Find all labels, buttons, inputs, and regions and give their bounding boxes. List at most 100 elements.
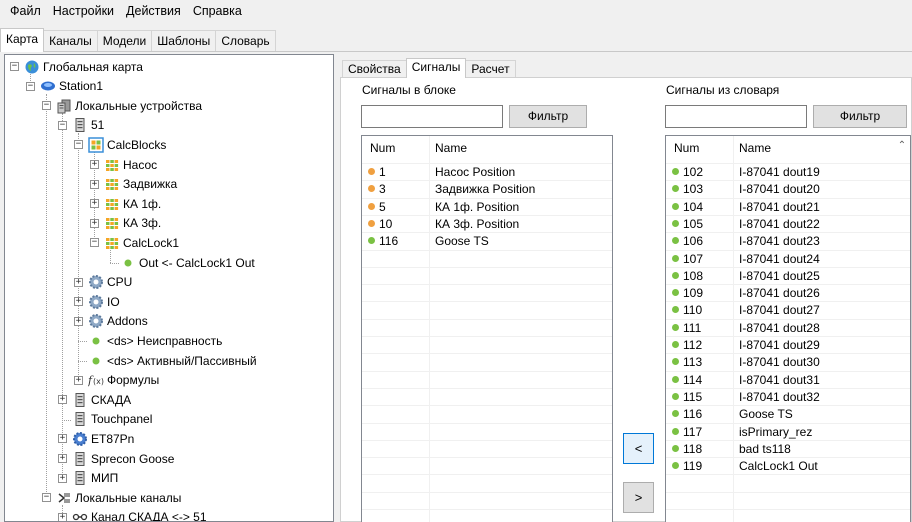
list-item[interactable]: 107 I-87041 dout24 (666, 251, 910, 268)
menu-help[interactable]: Справка (187, 0, 248, 22)
tree-node[interactable]: Глобальная карта (24, 57, 143, 76)
signal-name: I-87041 dout24 (739, 251, 820, 266)
menu-actions[interactable]: Действия (120, 0, 187, 22)
list-item[interactable]: 109 I-87041 dout26 (666, 285, 910, 302)
tree-node[interactable]: 51 (72, 116, 104, 135)
tree-expander-icon[interactable]: + (90, 218, 99, 228)
tree-node[interactable]: МИП (72, 469, 118, 488)
tree-node[interactable]: ET87Pn (72, 429, 134, 448)
list-item[interactable]: 104 I-87041 dout21 (666, 199, 910, 216)
tree-node[interactable]: Sprecon Goose (72, 449, 174, 468)
list-item[interactable]: 118 bad ts118 (666, 441, 910, 458)
scroll-up-icon[interactable]: ⌃ (896, 140, 908, 152)
tree-expander-icon[interactable]: + (58, 434, 67, 444)
tree-node-label: Out <- CalcLock1 Out (139, 255, 255, 270)
list-item[interactable]: 113 I-87041 dout30 (666, 354, 910, 371)
tree-expander-icon[interactable]: − (42, 101, 51, 111)
list-item[interactable]: 112 I-87041 dout29 (666, 337, 910, 354)
tree-node[interactable]: КА 3ф. (104, 214, 161, 233)
list-item[interactable]: 115 I-87041 dout32 (666, 389, 910, 406)
signal-num: 111 (683, 320, 702, 335)
tree-expander-icon[interactable]: − (42, 493, 51, 503)
list-item[interactable]: 103 I-87041 dout20 (666, 181, 910, 198)
tree-expander-icon[interactable]: + (90, 160, 99, 169)
tab-channels[interactable]: Каналы (43, 30, 98, 52)
move-left-button[interactable]: < (623, 433, 654, 464)
tree-expander-icon[interactable]: − (26, 81, 35, 91)
tree-node[interactable]: Touchpanel (72, 410, 152, 429)
tree-node[interactable]: Задвижка (104, 175, 177, 194)
tree-node[interactable]: f (x) Формулы (87, 371, 159, 390)
tree-node[interactable]: Station1 (40, 77, 103, 96)
tree-node[interactable]: CalcLock1 (104, 233, 179, 252)
tab-map[interactable]: Карта (0, 28, 45, 52)
tree-expander-icon[interactable]: + (58, 512, 67, 521)
tree-expander-icon[interactable]: + (58, 454, 67, 463)
list-item[interactable]: 111 I-87041 dout28 (666, 320, 910, 337)
grid-line (666, 301, 910, 303)
tree-node[interactable]: CalcBlocks (88, 135, 166, 154)
tree-node[interactable]: CPU (88, 273, 132, 292)
list-item[interactable]: 106 I-87041 dout23 (666, 233, 910, 250)
list-item[interactable]: 108 I-87041 dout25 (666, 268, 910, 285)
tree-expander-icon[interactable]: − (10, 62, 19, 71)
tree-node[interactable]: КА 1ф. (104, 194, 161, 213)
list-item[interactable]: 114 I-87041 dout31 (666, 372, 910, 389)
col-num-header[interactable]: Num (370, 141, 395, 155)
dictionary-filter-button[interactable]: Фильтр (813, 105, 907, 128)
dictionary-filter-input[interactable] (665, 105, 807, 128)
tree-expander-icon[interactable]: + (58, 473, 67, 483)
map-tree[interactable]: − Глобальная карта − Station1− Локальные уст… (4, 54, 334, 522)
list-item[interactable]: 102 I-87041 dout19 (666, 164, 910, 181)
list-item[interactable]: 116 Goose TS (666, 406, 910, 423)
status-dot-icon (672, 219, 679, 227)
tab-properties[interactable]: Свойства (342, 60, 407, 78)
tab-models[interactable]: Модели (96, 30, 153, 52)
dictionary-signals-list[interactable]: Num Name ⌃ 102 I-87041 dout19 103 I-87041 d… (665, 135, 911, 522)
col-name-header[interactable]: Name (435, 141, 467, 155)
tree-expander-icon[interactable]: + (74, 297, 83, 307)
tree-expander-icon[interactable]: + (90, 179, 99, 189)
tree-node[interactable]: <ds> Активный/Пассивный (88, 351, 257, 370)
tree-node[interactable]: Локальные каналы (56, 488, 181, 507)
tree-node[interactable]: Out <- CalcLock1 Out (120, 253, 255, 272)
list-item[interactable]: 110 I-87041 dout27 (666, 302, 910, 319)
tab-calculation[interactable]: Расчет (465, 60, 516, 78)
list-item[interactable]: 116 Goose TS (362, 233, 612, 250)
tab-templates[interactable]: Шаблоны (151, 30, 217, 52)
list-item[interactable]: 117 isPrimary_rez (666, 424, 910, 441)
list-item[interactable]: 10 КА 3ф. Position (362, 216, 612, 233)
move-right-button[interactable]: > (623, 482, 654, 513)
tree-expander-icon[interactable]: + (58, 395, 67, 405)
block-filter-input[interactable] (361, 105, 503, 128)
tree-node[interactable]: Канал СКАДА <-> 51 (72, 508, 207, 521)
tree-expander-icon[interactable]: + (90, 199, 99, 209)
tree-expander-icon[interactable]: − (74, 140, 83, 150)
tree-expander-icon[interactable]: + (74, 277, 83, 287)
tree-expander-icon[interactable]: − (90, 238, 99, 248)
menu-file[interactable]: Файл (4, 0, 47, 22)
list-item[interactable]: 5 КА 1ф. Position (362, 199, 612, 216)
list-item[interactable]: 105 I-87041 dout22 (666, 216, 910, 233)
grid-line (362, 387, 612, 389)
list-item[interactable]: 3 Задвижка Position (362, 181, 612, 198)
tree-expander-icon[interactable]: + (74, 316, 83, 326)
tree-expander-icon[interactable]: − (58, 120, 67, 130)
tree-node[interactable]: Насос (104, 155, 157, 174)
col-name-header[interactable]: Name (739, 141, 771, 155)
tree-node[interactable]: Локальные устройства (56, 96, 202, 115)
link-icon (72, 509, 88, 521)
tree-expander-icon[interactable]: + (74, 375, 83, 385)
menu-settings[interactable]: Настройки (47, 0, 120, 22)
tree-node[interactable]: <ds> Неисправность (88, 331, 222, 350)
tab-signals[interactable]: Сигналы (405, 58, 467, 78)
tab-dictionary[interactable]: Словарь (215, 30, 276, 52)
col-num-header[interactable]: Num (674, 141, 699, 155)
tree-node[interactable]: СКАДА (72, 390, 131, 409)
list-item[interactable]: 1 Насос Position (362, 164, 612, 181)
block-filter-button[interactable]: Фильтр (509, 105, 587, 128)
tree-node[interactable]: IO (88, 292, 120, 311)
list-item[interactable]: 119 CalcLock1 Out (666, 458, 910, 475)
block-signals-list[interactable]: Num Name 1 Насос Position 3 Задвижка Positi… (361, 135, 613, 522)
tree-node[interactable]: Addons (88, 312, 148, 331)
